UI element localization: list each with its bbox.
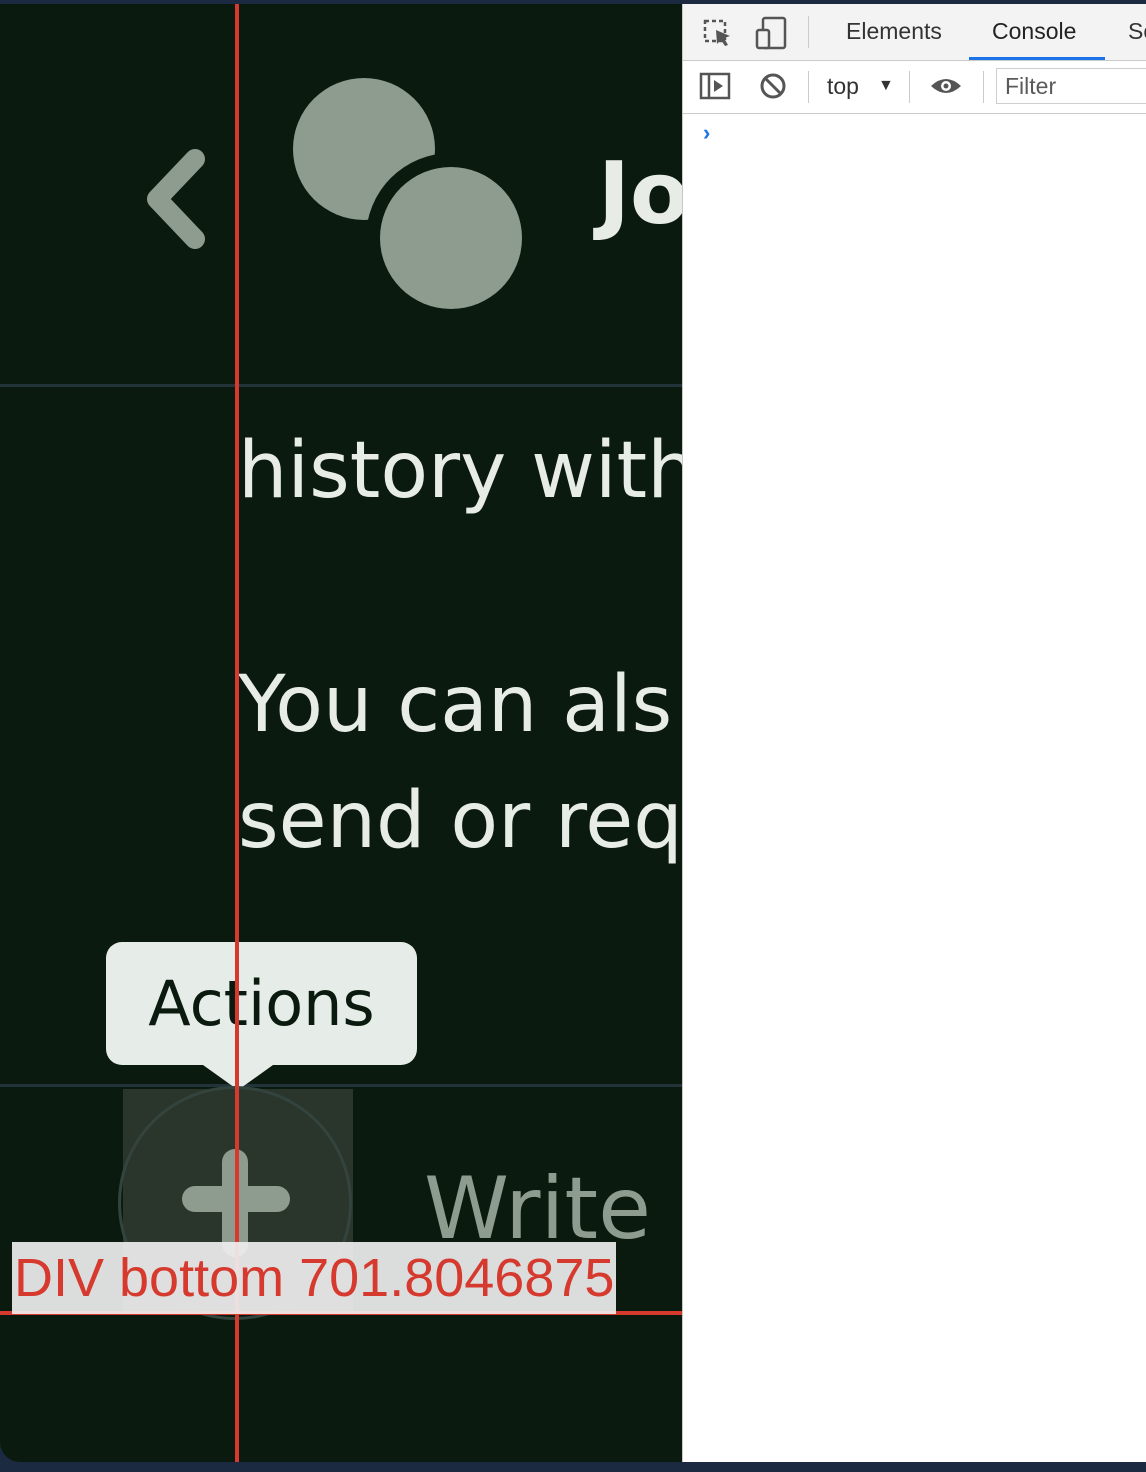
device-toolbar-icon[interactable] (755, 16, 787, 55)
live-expression-icon[interactable] (929, 75, 963, 102)
tooltip-label: Actions (148, 967, 375, 1040)
console-filter-input[interactable] (996, 68, 1146, 104)
tab-console[interactable]: Console (992, 18, 1076, 45)
guide-measurement-label: DIV bottom 701.8046875 (12, 1242, 617, 1314)
toolbar-divider (808, 71, 809, 103)
message-line: You can als (238, 660, 673, 750)
active-tab-indicator (969, 57, 1105, 60)
message-line: history with (238, 426, 682, 516)
avatar (380, 167, 522, 309)
dropdown-caret-icon: ▼ (878, 77, 894, 94)
tab-sources[interactable]: Sc (1128, 18, 1146, 45)
actions-tooltip: Actions (106, 942, 417, 1065)
context-selector[interactable]: top (827, 73, 859, 100)
console-prompt[interactable]: › (703, 120, 710, 146)
desktop-background (0, 1462, 1146, 1472)
group-avatar (292, 77, 532, 317)
composer-divider (0, 1084, 682, 1087)
toolbar-divider (983, 71, 984, 103)
contact-name[interactable]: Jo (598, 144, 682, 244)
chevron-left-icon (147, 149, 205, 249)
back-button[interactable] (120, 129, 230, 269)
devtools-panel: Elements Console Sc top ▼ (682, 4, 1146, 1462)
clear-console-icon[interactable] (759, 72, 787, 105)
console-toolbar: top ▼ (683, 61, 1146, 114)
devtools-tab-bar: Elements Console Sc (683, 4, 1146, 61)
messaging-app: Jo history with You can als send or req … (0, 4, 682, 1462)
console-sidebar-icon[interactable] (699, 71, 731, 106)
message-line: send or req (238, 776, 682, 866)
toolbar-divider (909, 71, 910, 103)
tab-elements[interactable]: Elements (846, 18, 942, 45)
toolbar-divider (808, 16, 809, 48)
inspect-element-icon[interactable] (703, 18, 733, 53)
chat-header: Jo (0, 4, 682, 387)
